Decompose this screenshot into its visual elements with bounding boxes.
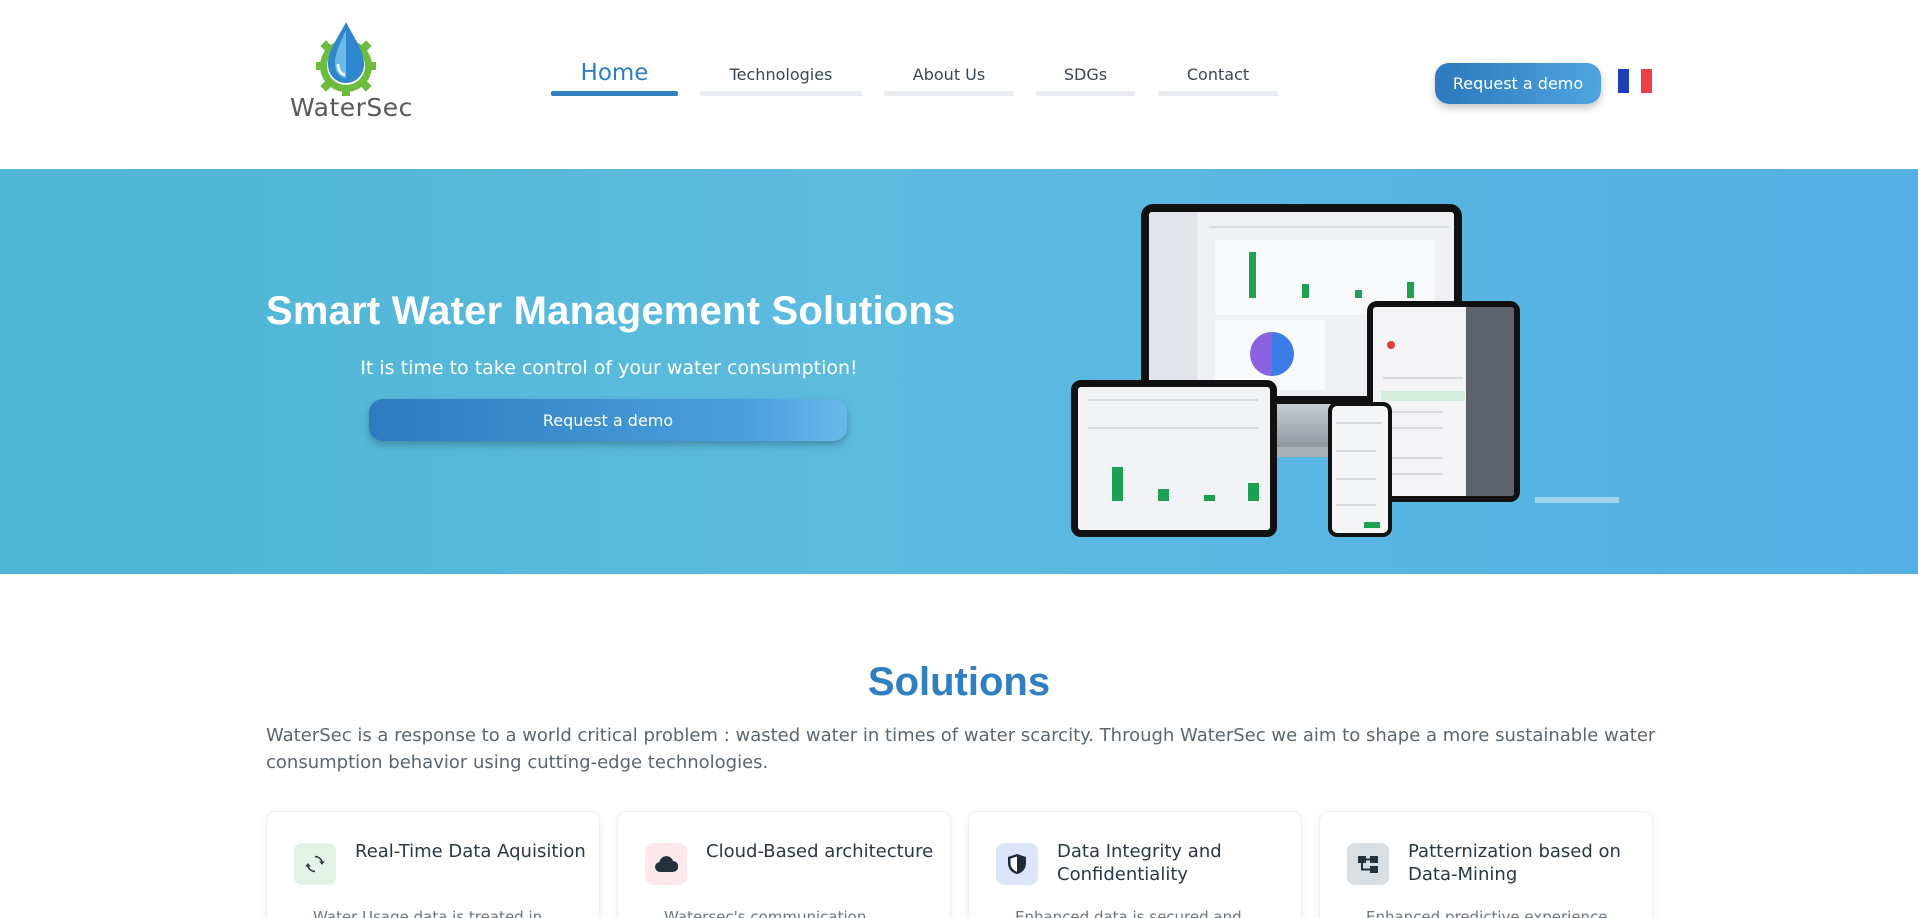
- menu-line: [1383, 427, 1443, 429]
- pie-chart: [1250, 332, 1294, 376]
- sitemap-icon: [1347, 843, 1389, 885]
- menu-line: [1383, 411, 1443, 413]
- solution-card-body: Watersec's communication: [664, 908, 867, 918]
- notification-dot: [1387, 341, 1395, 349]
- nav-sdgs-underline: [1036, 91, 1135, 96]
- nav-sdgs-label: SDGs: [1063, 65, 1108, 84]
- brand-name: WaterSec: [290, 93, 413, 122]
- nav-sdgs[interactable]: SDGs: [1036, 58, 1135, 98]
- chart-bar: [1302, 284, 1309, 298]
- menu-line: [1383, 377, 1463, 379]
- monitor-stand: [1271, 404, 1331, 449]
- solution-card-patternization[interactable]: Patternization based on Data-Mining Enha…: [1319, 811, 1653, 918]
- hero-subtitle: It is time to take control of your water…: [360, 357, 858, 379]
- brand-logo[interactable]: WaterSec: [286, 20, 412, 124]
- tablet-landscape-screen: [1078, 387, 1270, 530]
- solution-card-title: Cloud-Based architecture: [706, 841, 934, 862]
- chart-bar: [1204, 495, 1215, 501]
- chart-bar: [1112, 467, 1123, 501]
- tablet-overlay: [1466, 307, 1514, 496]
- solution-card-body: Enhanced data is secured and: [1015, 908, 1242, 918]
- nav-home-label: Home: [580, 60, 649, 86]
- nav-technologies[interactable]: Technologies: [700, 58, 862, 98]
- hero-section: Smart Water Management Solutions It is t…: [0, 169, 1918, 574]
- solution-card-title: Real-Time Data Aquisition: [355, 841, 586, 862]
- nav-contact[interactable]: Contact: [1158, 58, 1278, 98]
- menu-line: [1383, 457, 1443, 459]
- phone-screen: [1332, 406, 1388, 533]
- site-header: WaterSec Home Technologies About Us SDGs…: [0, 0, 1918, 169]
- phone-row: [1336, 422, 1382, 424]
- chart-bar: [1158, 489, 1169, 501]
- sync-icon: [294, 843, 336, 885]
- menu-line: [1383, 473, 1443, 475]
- solution-card-cloud[interactable]: Cloud-Based architecture Watersec's comm…: [617, 811, 951, 918]
- nav-about-us-underline: [884, 91, 1014, 96]
- tablet-row: [1088, 427, 1258, 429]
- nav-contact-label: Contact: [1186, 65, 1250, 84]
- nav-about-us-label: About Us: [912, 65, 986, 84]
- chart-bar: [1355, 290, 1362, 298]
- phone-mockup: [1328, 402, 1392, 537]
- tablet-topbar: [1088, 399, 1258, 401]
- chart-bar: [1248, 483, 1259, 501]
- phone-row: [1336, 450, 1376, 452]
- fr-flag-icon[interactable]: [1618, 69, 1652, 93]
- nav-technologies-underline: [700, 91, 862, 96]
- shield-icon: [996, 843, 1038, 885]
- tablet-portrait-screen: [1373, 307, 1514, 496]
- chart-bar: [1249, 252, 1256, 298]
- tablet-landscape-mockup: [1071, 380, 1277, 537]
- solution-card-body: Enhanced predictive experience: [1366, 908, 1608, 918]
- nav-technologies-label: Technologies: [729, 65, 833, 84]
- solution-card-realtime[interactable]: Real-Time Data Aquisition Water Usage da…: [266, 811, 600, 918]
- phone-row: [1336, 504, 1376, 506]
- solution-card-integrity[interactable]: Data Integrity and Confidentiality Enhan…: [968, 811, 1302, 918]
- phone-row: [1336, 478, 1376, 480]
- solution-card-body: Water Usage data is treated in: [313, 908, 543, 918]
- nav-about-us[interactable]: About Us: [884, 58, 1014, 98]
- cloud-icon: [645, 843, 687, 885]
- solution-card-title: Data Integrity and Confidentiality: [1057, 841, 1222, 885]
- dashboard-topbar: [1209, 226, 1449, 228]
- solutions-description: WaterSec is a response to a world critic…: [266, 725, 1656, 773]
- nav-home[interactable]: Home: [551, 56, 678, 96]
- request-demo-hero-button[interactable]: Request a demo: [369, 399, 847, 441]
- water-drop-gear-icon: [316, 22, 376, 96]
- nav-contact-underline: [1158, 91, 1278, 96]
- chart-bar: [1407, 282, 1414, 298]
- solutions-title: Solutions: [867, 660, 1051, 704]
- dashboard-sidebar: [1149, 212, 1197, 396]
- hero-title: Smart Water Management Solutions: [266, 289, 956, 333]
- menu-active: [1381, 391, 1465, 401]
- solution-card-title: Patternization based on Data-Mining: [1408, 841, 1621, 885]
- request-demo-header-button[interactable]: Request a demo: [1435, 63, 1601, 104]
- nav-home-underline: [551, 91, 678, 96]
- phone-button: [1364, 522, 1380, 528]
- reflection-decoration: [1535, 497, 1619, 503]
